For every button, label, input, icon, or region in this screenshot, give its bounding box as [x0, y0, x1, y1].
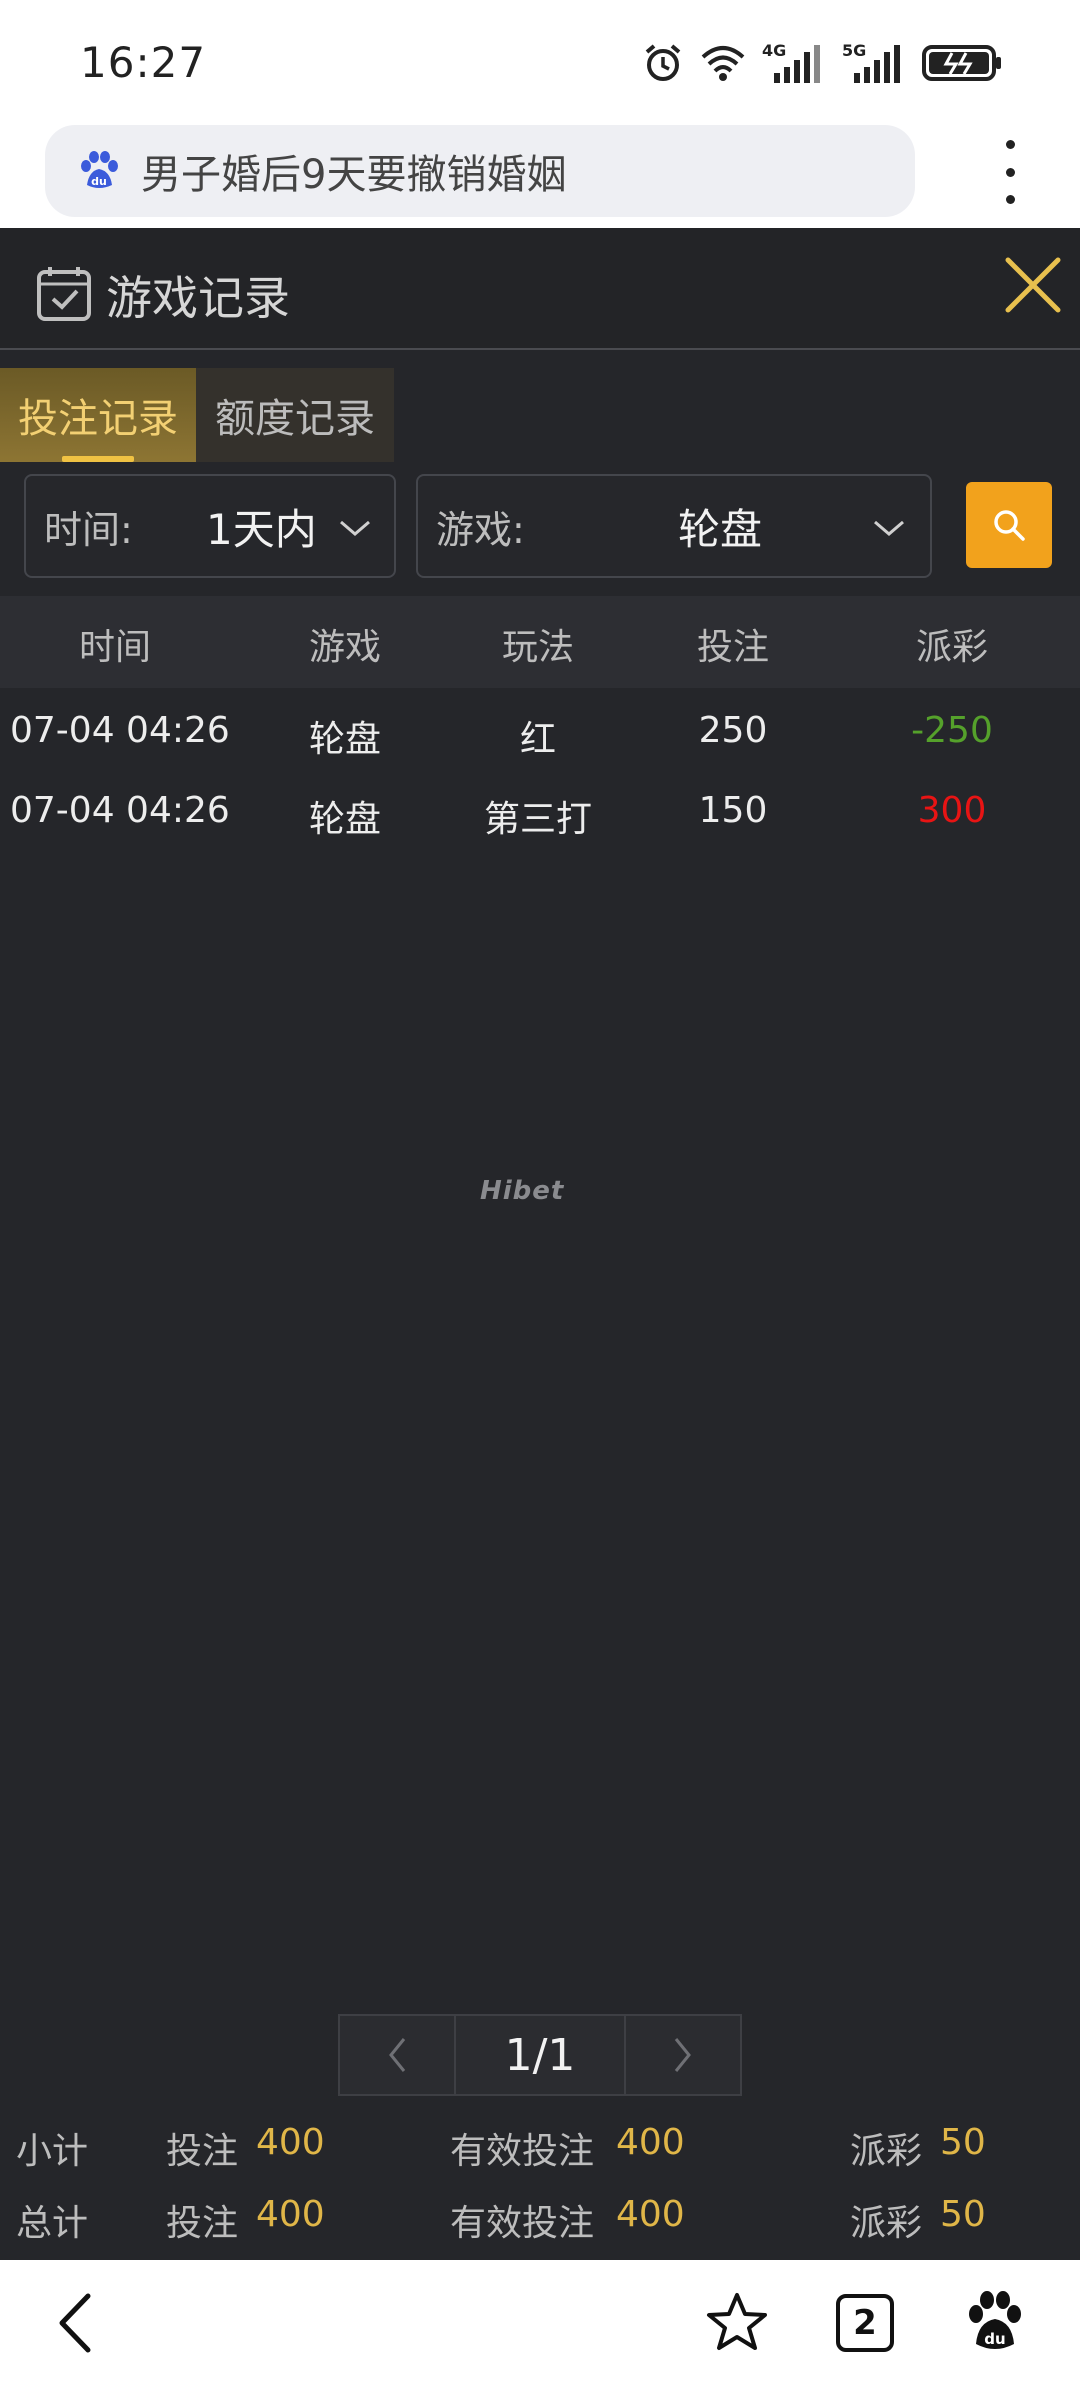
cell-play: 红 — [519, 719, 557, 760]
svg-text:du: du — [91, 175, 107, 188]
browser-bar: du 男子婚后9天要撤销婚姻 — [0, 120, 1080, 228]
panel-title: 游戏记录 — [106, 271, 290, 325]
pagination: 1/1 — [338, 2014, 742, 2096]
battery-charging-icon — [922, 45, 1001, 81]
wifi-icon — [701, 46, 745, 81]
chevron-left-icon — [389, 2038, 406, 2072]
subtotal-bet-label: 投注 — [166, 2131, 239, 2172]
search-icon — [994, 510, 1025, 541]
chevron-right-icon — [674, 2038, 691, 2072]
previous-page-button[interactable] — [340, 2016, 454, 2094]
cell-time: 07-04 04:26 — [10, 790, 230, 831]
total-payout-label: 派彩 — [850, 2203, 923, 2244]
network-5g-label: 5G — [842, 41, 866, 60]
total-payout-value: 50 — [940, 2194, 986, 2235]
record-tabs: 投注记录 额度记录 — [0, 368, 394, 462]
table-header: 时间 游戏 玩法 投注 派彩 — [0, 596, 1080, 688]
alarm-icon — [645, 44, 681, 81]
bet-records-list: 07-04 04:26 轮盘 红 250 -250 07-04 04:26 轮盘… — [0, 688, 1080, 848]
column-header-payout: 派彩 — [915, 627, 989, 668]
next-page-button[interactable] — [626, 2016, 740, 2094]
page-indicator: 1/1 — [454, 2016, 626, 2094]
active-tab-indicator — [62, 456, 134, 462]
signal-5g-icon: 5G — [842, 41, 900, 83]
cell-play: 第三打 — [483, 799, 593, 840]
status-time: 16:27 — [80, 38, 207, 87]
baidu-paw-icon: du — [81, 151, 118, 188]
subtotal-label: 小计 — [16, 2131, 89, 2172]
column-header-bet: 投注 — [696, 627, 770, 668]
subtotal-bet-value: 400 — [256, 2122, 325, 2163]
search-button[interactable] — [966, 482, 1052, 568]
baidu-paw-icon[interactable]: du — [966, 2290, 1024, 2354]
column-header-time: 时间 — [78, 627, 152, 668]
cell-game: 轮盘 — [308, 719, 382, 760]
brand-watermark: Hibet — [480, 1176, 565, 1206]
cell-payout: -250 — [911, 710, 993, 751]
more-vertical-icon[interactable] — [990, 140, 1030, 204]
cell-game: 轮盘 — [308, 799, 382, 840]
game-record-panel: 游戏记录 投注记录 额度记录 时间: 1天内 游戏: 轮盘 时间 游戏 玩法 投… — [0, 228, 1080, 2260]
tab-switcher-button[interactable]: 2 — [836, 2294, 894, 2352]
table-row[interactable]: 07-04 04:26 轮盘 第三打 150 300 — [0, 768, 1080, 848]
tab-bet-records[interactable]: 投注记录 — [0, 368, 196, 462]
cell-payout: 300 — [917, 790, 987, 831]
tab-credit-records-label: 额度记录 — [215, 396, 375, 442]
chevron-down-icon — [874, 520, 904, 536]
total-valid-label: 有效投注 — [450, 2203, 595, 2244]
total-row: 总计 投注 400 有效投注 400 派彩 50 — [0, 2180, 1080, 2250]
game-filter-label: 游戏: — [436, 507, 525, 552]
game-filter-value: 轮盘 — [678, 504, 763, 554]
panel-header: 游戏记录 — [0, 228, 1080, 350]
browser-bottom-nav: 2 du — [0, 2260, 1080, 2388]
close-icon[interactable] — [1000, 252, 1066, 318]
signal-4g-icon: 4G — [762, 41, 820, 83]
table-row[interactable]: 07-04 04:26 轮盘 红 250 -250 — [0, 688, 1080, 768]
total-label: 总计 — [16, 2203, 89, 2244]
subtotal-payout-value: 50 — [940, 2122, 986, 2163]
subtotal-row: 小计 投注 400 有效投注 400 派彩 50 — [0, 2108, 1080, 2178]
svg-text:du: du — [984, 2330, 1005, 2348]
chevron-down-icon — [340, 520, 370, 536]
subtotal-payout-label: 派彩 — [850, 2131, 923, 2172]
column-header-play: 玩法 — [501, 627, 575, 668]
subtotal-valid-value: 400 — [616, 2122, 685, 2163]
status-icons: 4G 5G — [642, 38, 1002, 88]
time-filter-label: 时间: — [44, 507, 133, 552]
search-bar[interactable]: du 男子婚后9天要撤销婚姻 — [45, 125, 915, 217]
total-bet-label: 投注 — [166, 2203, 239, 2244]
total-valid-value: 400 — [616, 2194, 685, 2235]
status-bar: 16:27 4G 5G — [0, 0, 1080, 120]
subtotal-valid-label: 有效投注 — [450, 2131, 595, 2172]
time-filter-value: 1天内 — [206, 504, 317, 554]
column-header-game: 游戏 — [308, 627, 382, 668]
cell-bet: 150 — [698, 790, 768, 831]
game-filter-select[interactable]: 游戏: 轮盘 — [416, 474, 932, 578]
network-4g-label: 4G — [762, 41, 786, 60]
calendar-check-icon — [37, 267, 91, 321]
total-bet-value: 400 — [256, 2194, 325, 2235]
time-filter-select[interactable]: 时间: 1天内 — [24, 474, 396, 578]
cell-time: 07-04 04:26 — [10, 710, 230, 751]
tab-bet-records-label: 投注记录 — [18, 396, 178, 442]
search-query-text: 男子婚后9天要撤销婚姻 — [141, 152, 567, 198]
back-arrow-icon[interactable] — [52, 2290, 100, 2356]
tab-credit-records[interactable]: 额度记录 — [196, 368, 394, 462]
cell-bet: 250 — [698, 710, 768, 751]
star-icon[interactable] — [704, 2290, 770, 2356]
